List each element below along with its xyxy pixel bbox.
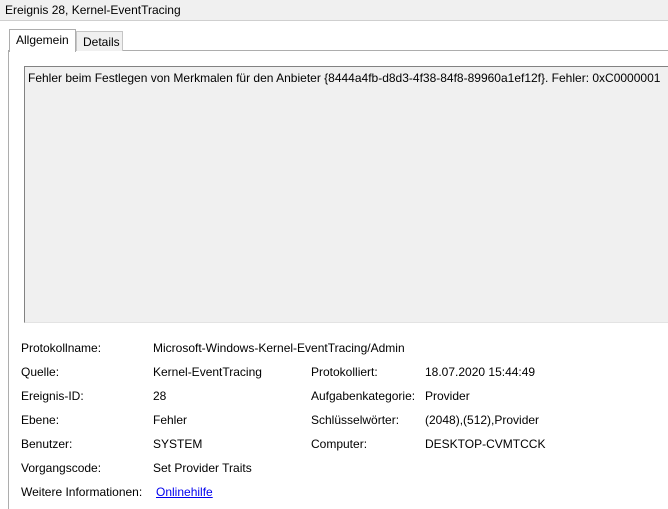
value-computer: DESKTOP-CVMTCCK — [425, 437, 546, 451]
value-benutzer: SYSTEM — [153, 437, 203, 451]
value-vorgangscode: Set Provider Traits — [153, 461, 252, 475]
label-weitere-informationen: Weitere Informationen: — [21, 485, 143, 499]
event-message-box[interactable]: Fehler beim Festlegen von Merkmalen für … — [24, 66, 668, 323]
label-schluesselwoerter: Schlüsselwörter: — [311, 413, 400, 427]
tab-allgemein[interactable]: Allgemein — [9, 29, 76, 52]
tab-details[interactable]: Details — [76, 31, 123, 51]
event-message-text: Fehler beim Festlegen von Merkmalen für … — [28, 71, 661, 85]
label-ereignis-id: Ereignis-ID: — [21, 389, 84, 403]
label-vorgangscode: Vorgangscode: — [21, 461, 102, 475]
window-title: Ereignis 28, Kernel-EventTracing — [5, 3, 181, 17]
tab-strip: Allgemein Details — [0, 21, 668, 52]
label-protokolliert: Protokolliert: — [311, 365, 378, 379]
value-protokolliert: 18.07.2020 15:44:49 — [425, 365, 536, 379]
label-quelle: Quelle: — [21, 365, 60, 379]
label-aufgabenkategorie: Aufgabenkategorie: — [311, 389, 416, 403]
value-aufgabenkategorie: Provider — [425, 389, 470, 403]
label-ebene: Ebene: — [21, 413, 60, 427]
value-ebene: Fehler — [153, 413, 188, 427]
label-protokollname: Protokollname: — [21, 341, 102, 355]
value-schluesselwoerter: (2048),(512),Provider — [425, 413, 540, 427]
value-protokollname: Microsoft-Windows-Kernel-EventTracing/Ad… — [153, 341, 405, 355]
label-benutzer: Benutzer: — [21, 437, 73, 451]
label-computer: Computer: — [311, 437, 368, 451]
value-quelle: Kernel-EventTracing — [153, 365, 262, 379]
title-bar: Ereignis 28, Kernel-EventTracing — [0, 0, 668, 21]
value-ereignis-id: 28 — [153, 389, 167, 403]
onlinehilfe-link[interactable]: Onlinehilfe — [156, 485, 213, 499]
